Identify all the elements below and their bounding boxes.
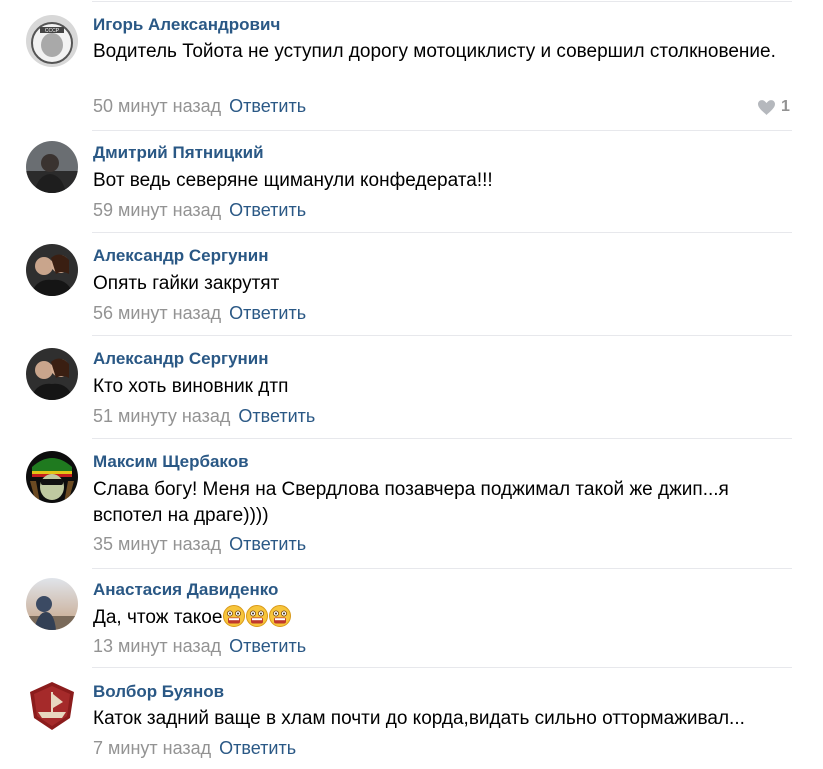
comment-author[interactable]: Александр Сергунин	[93, 349, 269, 369]
comment-time[interactable]: 56 минут назад	[93, 303, 221, 323]
comment-author[interactable]: Дмитрий Пятницкий	[93, 143, 264, 163]
comment-item: Дмитрий Пятницкий Вот ведь северяне щима…	[0, 131, 823, 233]
comment-meta: 50 минут назад Ответить	[93, 96, 306, 117]
like-button[interactable]: 1	[758, 98, 790, 116]
comment-text: Слава богу! Меня на Свердлова позавчера …	[93, 479, 729, 526]
comment-item: Максим Щербаков Слава богу! Меня на Свер…	[0, 439, 823, 569]
sunset-photo-avatar[interactable]	[26, 578, 78, 630]
comment-item: CCCP Игорь Александрович Водитель Тойота…	[0, 0, 823, 131]
comment-author[interactable]: Александр Сергунин	[93, 246, 269, 266]
comment-meta: 59 минут назад Ответить	[93, 200, 306, 221]
comment-item: Александр Сергунин Опять гайки закрутят …	[0, 233, 823, 336]
comment-text: Водитель Тойота не уступил дорогу мотоци…	[93, 41, 776, 62]
comment-time[interactable]: 50 минут назад	[93, 96, 221, 116]
comment-author[interactable]: Максим Щербаков	[93, 452, 249, 472]
comment-meta: 51 минуту назад Ответить	[93, 406, 315, 427]
comment-author[interactable]: Волбор Буянов	[93, 682, 224, 702]
comment-text-content: Да, чтож такое	[93, 607, 223, 628]
like-count: 1	[781, 98, 790, 115]
comment-meta: 13 минут назад Ответить	[93, 636, 306, 657]
svg-text:CCCP: CCCP	[45, 28, 60, 34]
astronaut-helmet-avatar[interactable]: CCCP	[26, 15, 78, 67]
couple-photo-avatar[interactable]	[26, 244, 78, 296]
shocked-face-emoji	[223, 605, 246, 635]
reply-button[interactable]: Ответить	[229, 200, 306, 220]
reply-button[interactable]: Ответить	[229, 534, 306, 554]
comment-time[interactable]: 51 минуту назад	[93, 406, 230, 426]
comment-time[interactable]: 7 минут назад	[93, 738, 211, 758]
viking-ship-shield-avatar[interactable]	[26, 680, 78, 732]
skull-rasta-avatar[interactable]	[26, 451, 78, 503]
couple-photo-avatar[interactable]	[26, 348, 78, 400]
comment-meta: 56 минут назад Ответить	[93, 303, 306, 324]
comment-item: Волбор Буянов Каток задний ваще в хлам п…	[0, 668, 823, 769]
reply-button[interactable]: Ответить	[238, 406, 315, 426]
comment-text: Опять гайки закрутят	[93, 273, 280, 294]
comment-text: Кто хоть виновник дтп	[93, 376, 289, 397]
shocked-face-emoji	[269, 605, 292, 635]
comment-item: Александр Сергунин Кто хоть виновник дтп…	[0, 336, 823, 439]
reply-button[interactable]: Ответить	[229, 303, 306, 323]
comment-text: Вот ведь северяне щиманули конфедерата!!…	[93, 170, 493, 191]
comment-author[interactable]: Анастасия Давиденко	[93, 580, 278, 600]
reply-button[interactable]: Ответить	[219, 738, 296, 758]
comment-text: Да, чтож такое	[93, 605, 793, 635]
comment-meta: 7 минут назад Ответить	[93, 738, 296, 759]
comment-time[interactable]: 13 минут назад	[93, 636, 221, 656]
comment-time[interactable]: 59 минут назад	[93, 200, 221, 220]
heart-icon	[758, 99, 775, 115]
shocked-face-emoji	[246, 605, 269, 635]
reply-button[interactable]: Ответить	[229, 636, 306, 656]
comment-item: Анастасия Давиденко Да, чтож такое 13 ми…	[0, 569, 823, 668]
person-photo-avatar[interactable]	[26, 141, 78, 193]
comment-author[interactable]: Игорь Александрович	[93, 15, 280, 35]
comment-text: Каток задний ваще в хлам почти до корда,…	[93, 708, 745, 729]
comment-time[interactable]: 35 минут назад	[93, 534, 221, 554]
reply-button[interactable]: Ответить	[229, 96, 306, 116]
comment-meta: 35 минут назад Ответить	[93, 534, 306, 555]
